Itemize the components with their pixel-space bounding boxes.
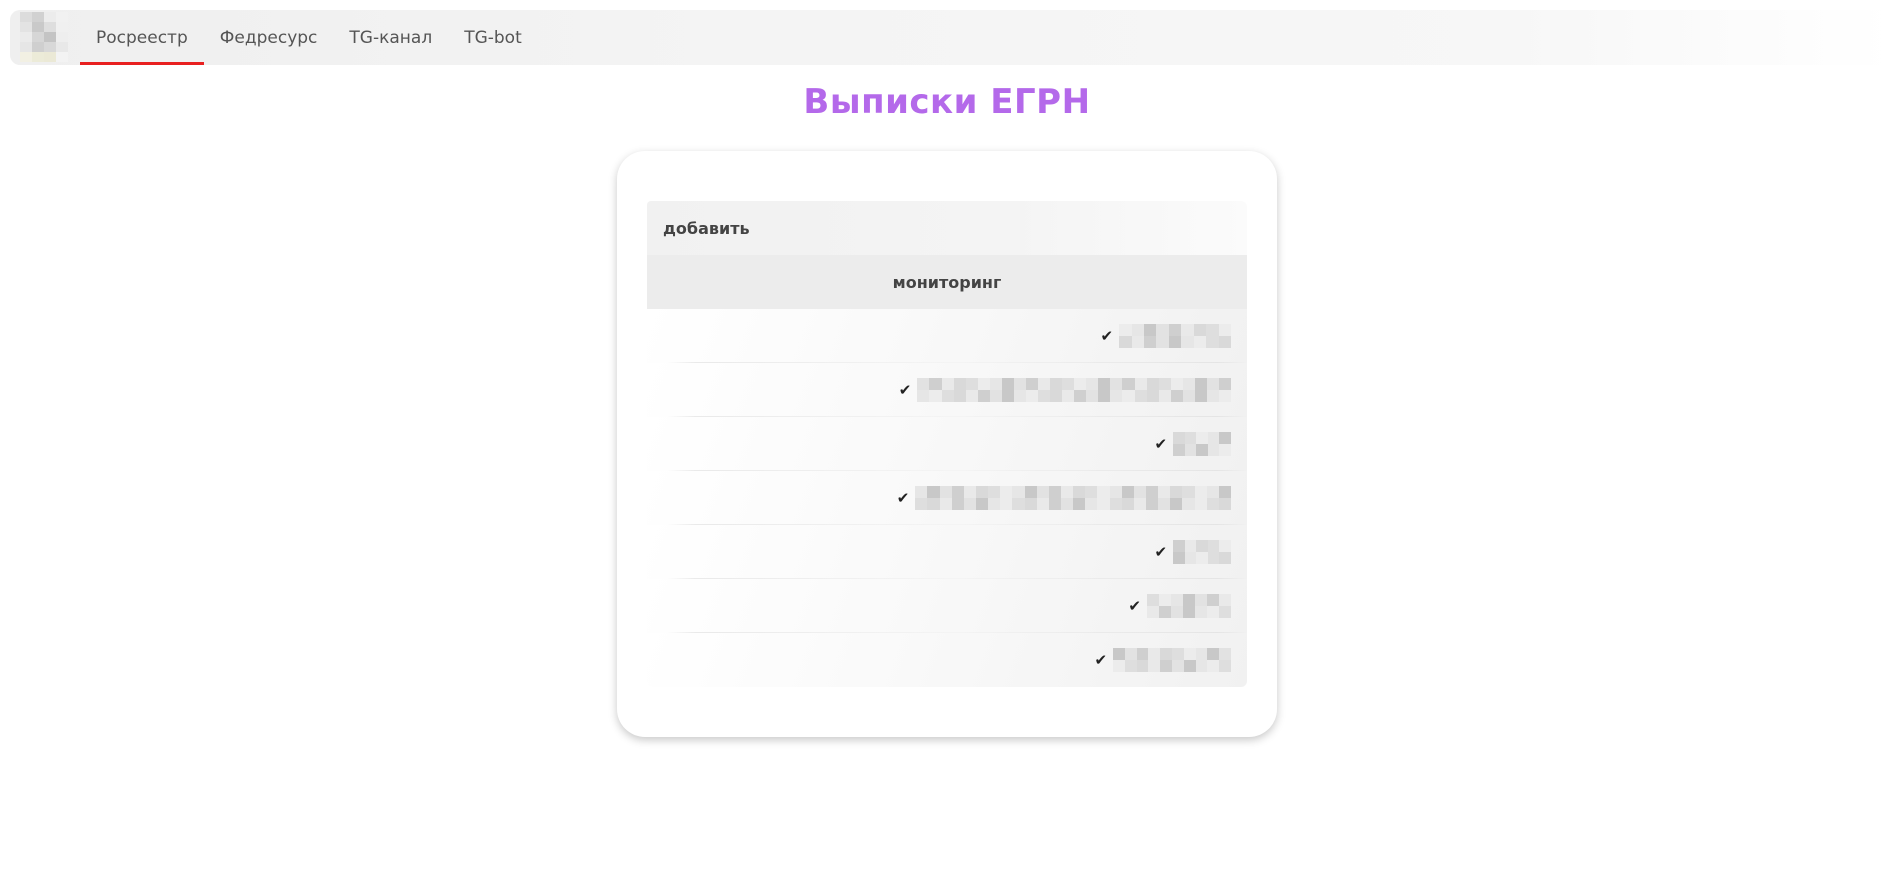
check-icon: ✔: [1128, 597, 1141, 615]
table-row[interactable]: ✔: [647, 471, 1247, 525]
nav-item-fedresurs[interactable]: Федресурс: [204, 10, 334, 65]
check-icon: ✔: [896, 489, 910, 507]
check-icon: ✔: [1154, 543, 1168, 561]
main-card: добавить мониторинг ✔ ✔ ✔ ✔ ✔ ✔ ✔: [617, 151, 1277, 737]
top-navbar: Росреестр Федресурс TG-канал TG-bot: [10, 10, 1894, 65]
table-row[interactable]: ✔: [647, 363, 1247, 417]
check-icon: ✔: [1154, 435, 1168, 453]
nav-menu: Росреестр Федресурс TG-канал TG-bot: [80, 10, 538, 65]
nav-item-tg-channel[interactable]: TG-канал: [333, 10, 448, 65]
redacted-text: [915, 486, 1231, 510]
table-row[interactable]: ✔: [647, 633, 1247, 687]
table-row[interactable]: ✔: [647, 417, 1247, 471]
redacted-text: [917, 378, 1231, 402]
redacted-text: [1147, 594, 1231, 618]
table-body: ✔ ✔ ✔ ✔ ✔ ✔ ✔: [647, 309, 1247, 687]
check-icon: ✔: [898, 381, 912, 399]
redacted-text: [1113, 648, 1231, 672]
nav-item-tg-bot[interactable]: TG-bot: [448, 10, 538, 65]
table-row[interactable]: ✔: [647, 309, 1247, 363]
nav-item-rosreestr[interactable]: Росреестр: [80, 10, 204, 65]
redacted-text: [1119, 324, 1231, 348]
page-title: Выписки ЕГРН: [803, 82, 1091, 122]
table-header-monitoring: мониторинг: [647, 255, 1247, 309]
monitoring-table: добавить мониторинг ✔ ✔ ✔ ✔ ✔ ✔ ✔: [647, 201, 1247, 687]
table-row[interactable]: ✔: [647, 525, 1247, 579]
check-icon: ✔: [1100, 327, 1114, 345]
logo-icon[interactable]: [20, 12, 68, 62]
redacted-text: [1173, 540, 1231, 564]
check-icon: ✔: [1094, 651, 1108, 669]
redacted-text: [1173, 432, 1231, 456]
table-row[interactable]: ✔: [647, 579, 1247, 633]
add-button[interactable]: добавить: [647, 201, 1247, 255]
